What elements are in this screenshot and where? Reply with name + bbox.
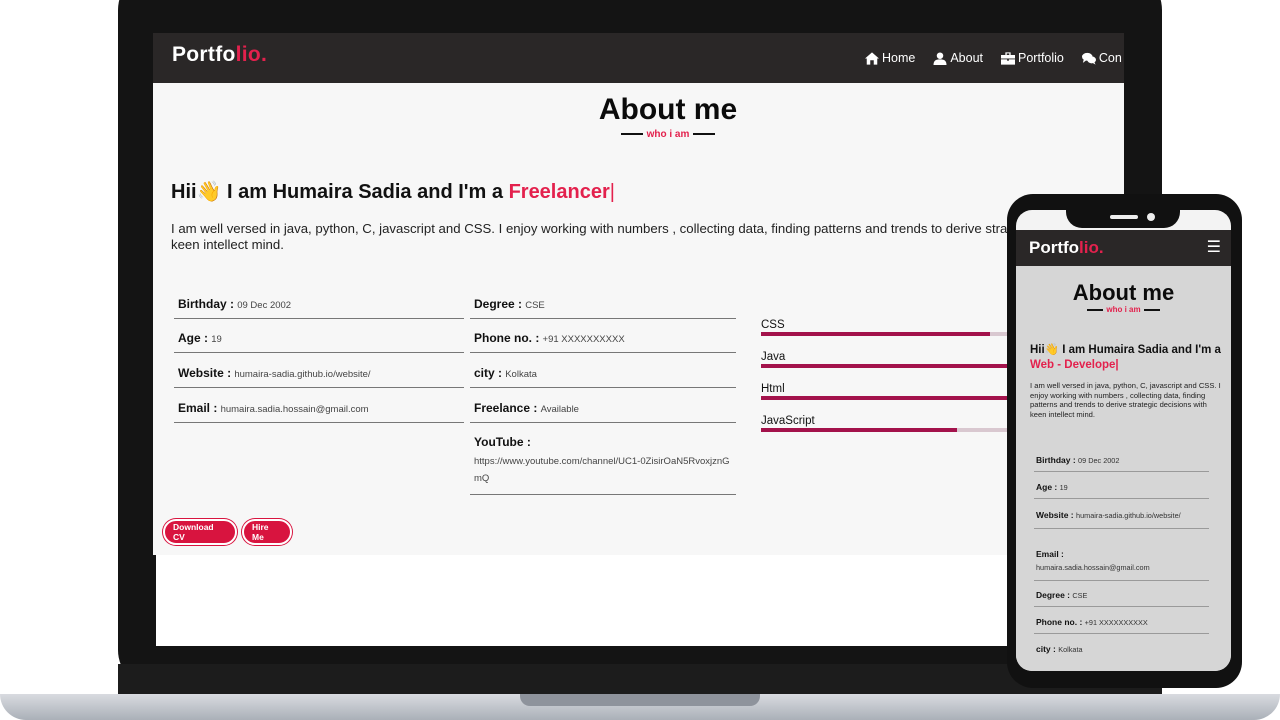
mobile-info-website: Website : humaira-sadia.github.io/websit… [1034, 509, 1209, 529]
section-title: About me [598, 93, 738, 126]
desktop-screen: Portfolio. Home About Portfolio Con Abou… [153, 33, 1124, 646]
info-city: city : Kolkata [470, 366, 736, 388]
skill-bar [761, 428, 958, 432]
nav-contact[interactable]: Con [1081, 51, 1122, 65]
typed-role: Freelancer [508, 181, 610, 203]
mobile-info-phone: Phone no. : +91 XXXXXXXXXX [1034, 617, 1209, 634]
mobile-logo[interactable]: Portfolio. [1029, 238, 1104, 258]
info-birthday: Birthday : 09 Dec 2002 [174, 297, 464, 319]
mobile-bio: I am well versed in java, python, C, jav… [1030, 381, 1221, 419]
mobile-info-birthday: Birthday : 09 Dec 2002 [1034, 455, 1209, 472]
hire-me-button[interactable]: Hire Me [242, 519, 292, 545]
phone-speaker [1110, 215, 1138, 219]
mobile-info-city: city : Kolkata [1036, 644, 1083, 654]
phone-camera [1147, 213, 1155, 221]
mobile-section-title: About me [1072, 280, 1175, 305]
skill-bar [761, 364, 1039, 368]
bio-text: I am well versed in java, python, C, jav… [171, 221, 1121, 252]
section-subtitle: who i am [153, 129, 1124, 140]
info-phone: Phone no. : +91 XXXXXXXXXX [470, 331, 736, 353]
mobile-info-degree: Degree : CSE [1034, 590, 1209, 607]
mobile-greeting: Hii👋 I am Humaira Sadia and I'm a Web - D… [1030, 344, 1221, 371]
nav-links: Home About Portfolio Con [865, 51, 1122, 65]
nav-about[interactable]: About [933, 51, 983, 65]
typing-cursor: | [609, 181, 615, 203]
logo[interactable]: Portfolio. [172, 43, 267, 67]
mobile-navbar: Portfolio. ☰ [1016, 230, 1231, 266]
phone-notch [1066, 194, 1180, 228]
info-age: Age : 19 [174, 331, 464, 353]
skill-bar [761, 332, 991, 336]
mobile-screen: Portfolio. ☰ About me who i am Hii👋 I am… [1016, 210, 1231, 671]
youtube-link[interactable]: https://www.youtube.com/channel/UC1-0Zis… [474, 453, 731, 487]
info-degree: Degree : CSE [470, 297, 736, 319]
home-icon [865, 51, 879, 65]
briefcase-icon [1001, 51, 1016, 65]
comments-icon [1081, 52, 1096, 65]
laptop-hinge [520, 694, 760, 706]
waving-hand-icon: 👋 [196, 181, 222, 203]
greeting-heading: Hii👋 I am Humaira Sadia and I'm a Freela… [171, 181, 615, 203]
navbar: Portfolio. Home About Portfolio Con [153, 33, 1124, 83]
device-mockup: Portfolio. Home About Portfolio Con Abou… [0, 0, 1280, 720]
download-cv-button[interactable]: Download CV [163, 519, 237, 545]
user-icon [933, 51, 947, 65]
info-freelance: Freelance : Available [470, 401, 736, 423]
nav-home[interactable]: Home [865, 51, 915, 65]
info-youtube: YouTube : https://www.youtube.com/channel… [470, 435, 736, 495]
mobile-section-subtitle: who i am [1016, 305, 1231, 314]
hamburger-menu-icon[interactable]: ☰ [1207, 237, 1221, 256]
waving-hand-icon: 👋 [1044, 344, 1060, 356]
info-website: Website : humaira-sadia.github.io/websit… [174, 366, 464, 388]
nav-portfolio[interactable]: Portfolio [1001, 51, 1064, 65]
mobile-info-age: Age : 19 [1034, 482, 1209, 499]
laptop-bezel [118, 664, 1162, 694]
info-email: Email : humaira.sadia.hossain@gmail.com [174, 401, 464, 423]
mobile-info-email: Email : humaira.sadia.hossain@gmail.com [1034, 549, 1209, 581]
